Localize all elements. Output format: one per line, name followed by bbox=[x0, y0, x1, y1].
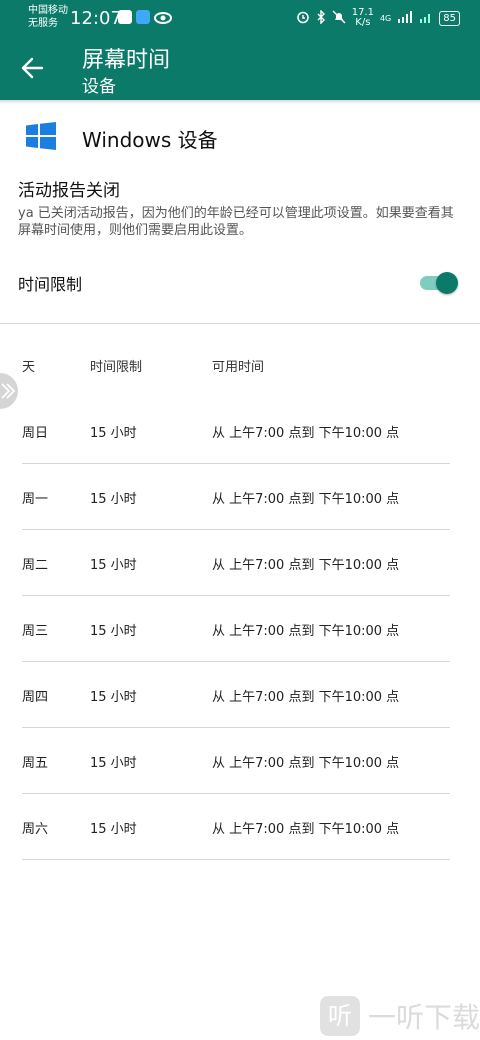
row-day: 周日 bbox=[22, 426, 49, 441]
time-limit-label: 时间限制 bbox=[18, 275, 83, 294]
double-chevron-icon bbox=[1, 383, 16, 399]
device-name: Windows 设备 bbox=[82, 128, 218, 152]
row-day: 周五 bbox=[22, 756, 49, 771]
bluetooth-icon bbox=[316, 8, 326, 27]
toggle-thumb bbox=[436, 272, 458, 294]
arrow-left-icon bbox=[21, 57, 44, 79]
time-limit-toggle[interactable] bbox=[420, 272, 460, 294]
row-day: 周三 bbox=[22, 624, 49, 639]
system-icons: 17.1 K/s 4G 85 bbox=[296, 8, 460, 28]
watermark-text: 一听下载 bbox=[368, 1001, 480, 1034]
row-day: 周一 bbox=[22, 492, 49, 507]
message-icon bbox=[118, 10, 132, 24]
status-time: 12:07 bbox=[70, 8, 122, 29]
header-day: 天 bbox=[22, 360, 36, 375]
row-limit: 15 小时 bbox=[90, 558, 137, 573]
table-row[interactable]: 周一 15 小时 从 上午7:00 点到 下午10:00 点 bbox=[22, 464, 450, 530]
activity-report-description: ya 已关闭活动报告，因为他们的年龄已经可以管理此项设置。如果要查看其屏幕时间使… bbox=[18, 206, 454, 238]
table-row[interactable]: 周五 15 小时 从 上午7:00 点到 下午10:00 点 bbox=[22, 728, 450, 794]
watermark-logo-icon: 听 bbox=[320, 996, 360, 1036]
header-time-limit: 时间限制 bbox=[90, 360, 143, 375]
network-speed: 17.1 K/s bbox=[352, 8, 374, 28]
row-available: 从 上午7:00 点到 下午10:00 点 bbox=[212, 558, 400, 573]
status-bar: 中国移动 无服务 12:07 17.1 K/s 4G 85 bbox=[0, 0, 480, 36]
header-available-time: 可用时间 bbox=[212, 360, 265, 375]
table-row[interactable]: 周三 15 小时 从 上午7:00 点到 下午10:00 点 bbox=[22, 596, 450, 662]
table-row[interactable]: 周日 15 小时 从 上午7:00 点到 下午10:00 点 bbox=[22, 398, 450, 464]
table-row[interactable]: 周六 15 小时 从 上午7:00 点到 下午10:00 点 bbox=[22, 794, 450, 860]
page-title: 屏幕时间 bbox=[82, 48, 171, 73]
carrier-info: 中国移动 无服务 bbox=[28, 4, 68, 30]
row-available: 从 上午7:00 点到 下午10:00 点 bbox=[212, 822, 400, 837]
service-status: 无服务 bbox=[28, 18, 58, 29]
floating-side-button[interactable] bbox=[0, 373, 18, 409]
alarm-icon bbox=[296, 10, 310, 27]
schedule-table: 天 时间限制 可用时间 周日 15 小时 从 上午7:00 点到 下午10:00… bbox=[22, 334, 450, 860]
cloud-icon bbox=[136, 10, 150, 24]
row-available: 从 上午7:00 点到 下午10:00 点 bbox=[212, 624, 400, 639]
watermark: 听 一听下载 bbox=[320, 996, 480, 1036]
row-available: 从 上午7:00 点到 下午10:00 点 bbox=[212, 492, 400, 507]
row-day: 周二 bbox=[22, 558, 49, 573]
row-available: 从 上午7:00 点到 下午10:00 点 bbox=[212, 426, 400, 441]
mute-icon bbox=[332, 10, 346, 27]
table-row[interactable]: 周四 15 小时 从 上午7:00 点到 下午10:00 点 bbox=[22, 662, 450, 728]
row-limit: 15 小时 bbox=[90, 822, 137, 837]
table-header: 天 时间限制 可用时间 bbox=[22, 334, 450, 398]
signal-icon bbox=[397, 10, 413, 26]
row-available: 从 上午7:00 点到 下午10:00 点 bbox=[212, 756, 400, 771]
app-bar-shadow bbox=[0, 100, 480, 104]
row-limit: 15 小时 bbox=[90, 492, 137, 507]
row-day: 周六 bbox=[22, 822, 49, 837]
row-limit: 15 小时 bbox=[90, 756, 137, 771]
row-available: 从 上午7:00 点到 下午10:00 点 bbox=[212, 690, 400, 705]
app-bar: 屏幕时间 设备 bbox=[0, 36, 480, 100]
table-row[interactable]: 周二 15 小时 从 上午7:00 点到 下午10:00 点 bbox=[22, 530, 450, 596]
section-divider bbox=[0, 323, 480, 324]
row-limit: 15 小时 bbox=[90, 426, 137, 441]
windows-logo-icon bbox=[26, 122, 56, 150]
row-day: 周四 bbox=[22, 690, 49, 705]
activity-report-title: 活动报告关闭 bbox=[18, 181, 120, 201]
row-limit: 15 小时 bbox=[90, 624, 137, 639]
back-button[interactable] bbox=[16, 52, 48, 84]
notification-icons bbox=[118, 10, 172, 29]
row-limit: 15 小时 bbox=[90, 690, 137, 705]
network-type: 4G bbox=[379, 13, 392, 23]
network-speed-unit: K/s bbox=[355, 17, 371, 28]
carrier-name: 中国移动 bbox=[28, 5, 68, 16]
eye-icon bbox=[154, 10, 172, 29]
wifi-icon bbox=[419, 11, 433, 26]
page-subtitle: 设备 bbox=[82, 77, 116, 97]
battery-indicator: 85 bbox=[439, 10, 460, 26]
